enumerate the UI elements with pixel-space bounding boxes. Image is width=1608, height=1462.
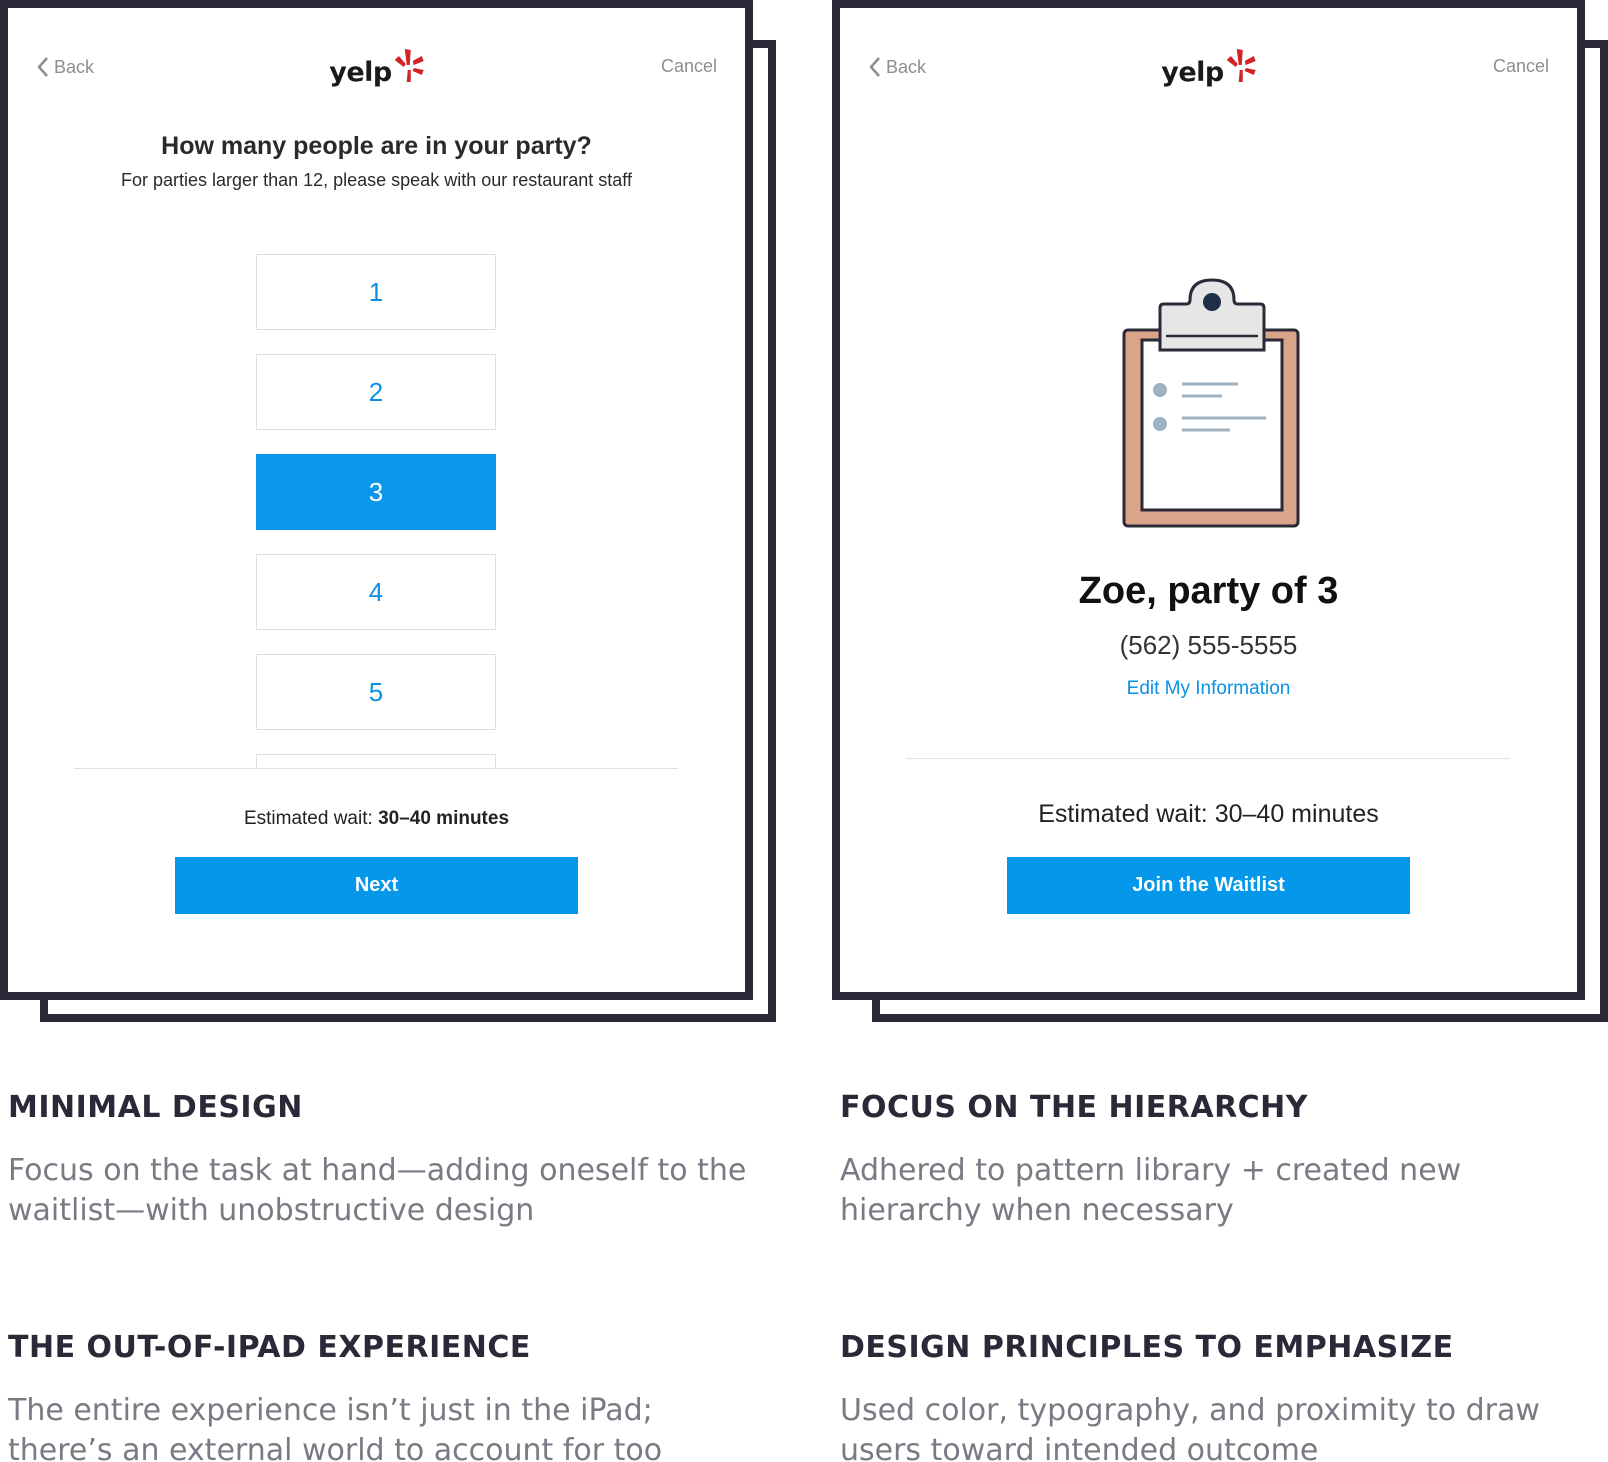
wait-value: 30–40 minutes	[1214, 800, 1379, 828]
caption-heading: DESIGN PRINCIPLES TO EMPHASIZE	[840, 1330, 1454, 1365]
caption-heading: THE OUT-OF-IPAD EXPERIENCE	[8, 1330, 531, 1365]
cancel-button[interactable]: Cancel	[1493, 56, 1549, 77]
estimated-wait: Estimated wait: 30–40 minutes	[840, 800, 1577, 829]
party-option-3[interactable]: 3	[256, 454, 496, 530]
join-waitlist-button[interactable]: Join the Waitlist	[1007, 857, 1410, 914]
wait-label: Estimated wait:	[1038, 800, 1208, 828]
yelp-logo-text: yelp	[1161, 57, 1224, 88]
chevron-left-icon	[869, 57, 880, 77]
guest-name: Zoe, party of 3	[1078, 570, 1339, 612]
wait-value: 30–40 minutes	[378, 808, 510, 829]
back-label: Back	[886, 56, 927, 77]
back-label: Back	[54, 56, 95, 77]
clipboard-icon	[1122, 278, 1300, 528]
divider	[74, 768, 678, 769]
party-option-5[interactable]: 5	[256, 654, 496, 730]
wait-label: Estimated wait:	[243, 808, 373, 829]
caption-body: Adhered to pattern library + created new…	[840, 1153, 1462, 1228]
back-button[interactable]: Back	[36, 56, 94, 78]
back-button[interactable]: Back	[868, 56, 926, 78]
nav-bar: Back yelp Cancel	[8, 48, 745, 88]
caption-body: Focus on the task at hand—adding oneself…	[8, 1153, 747, 1228]
guest-phone: (562) 555-5555	[1119, 630, 1298, 660]
caption-body: Used color, typography, and proximity to…	[840, 1393, 1540, 1462]
party-option-4[interactable]: 4	[256, 554, 496, 630]
yelp-logo: yelp	[1161, 48, 1256, 86]
next-button[interactable]: Next	[175, 857, 578, 914]
caption-body: The entire experience isn’t just in the …	[8, 1393, 663, 1462]
edit-info-link[interactable]: Edit My Information	[840, 678, 1577, 700]
party-option-1[interactable]: 1	[256, 254, 496, 330]
yelp-logo: yelp	[329, 48, 424, 86]
caption-heading: MINIMAL DESIGN	[8, 1090, 303, 1125]
party-size-question: How many people are in your party?	[161, 132, 592, 160]
estimated-wait: Estimated wait: 30–40 minutes	[8, 808, 745, 830]
yelp-burst-icon	[394, 49, 424, 82]
divider	[906, 758, 1510, 759]
caption-heading: FOCUS ON THE HIERARCHY	[840, 1090, 1309, 1125]
party-option-6-partial[interactable]	[256, 754, 496, 768]
nav-bar: Back yelp Cancel	[840, 48, 1577, 88]
yelp-burst-icon	[1226, 49, 1256, 82]
yelp-logo-text: yelp	[329, 57, 392, 88]
right-ipad-screen: Back yelp Cancel Zoe, party of 3 (562) 5…	[832, 0, 1585, 1000]
chevron-left-icon	[37, 57, 48, 77]
party-option-2[interactable]: 2	[256, 354, 496, 430]
left-ipad-screen: Back yelp Cancel How many people are in …	[0, 0, 753, 1000]
party-size-hint: For parties larger than 12, please speak…	[121, 170, 632, 190]
cancel-button[interactable]: Cancel	[661, 56, 717, 77]
